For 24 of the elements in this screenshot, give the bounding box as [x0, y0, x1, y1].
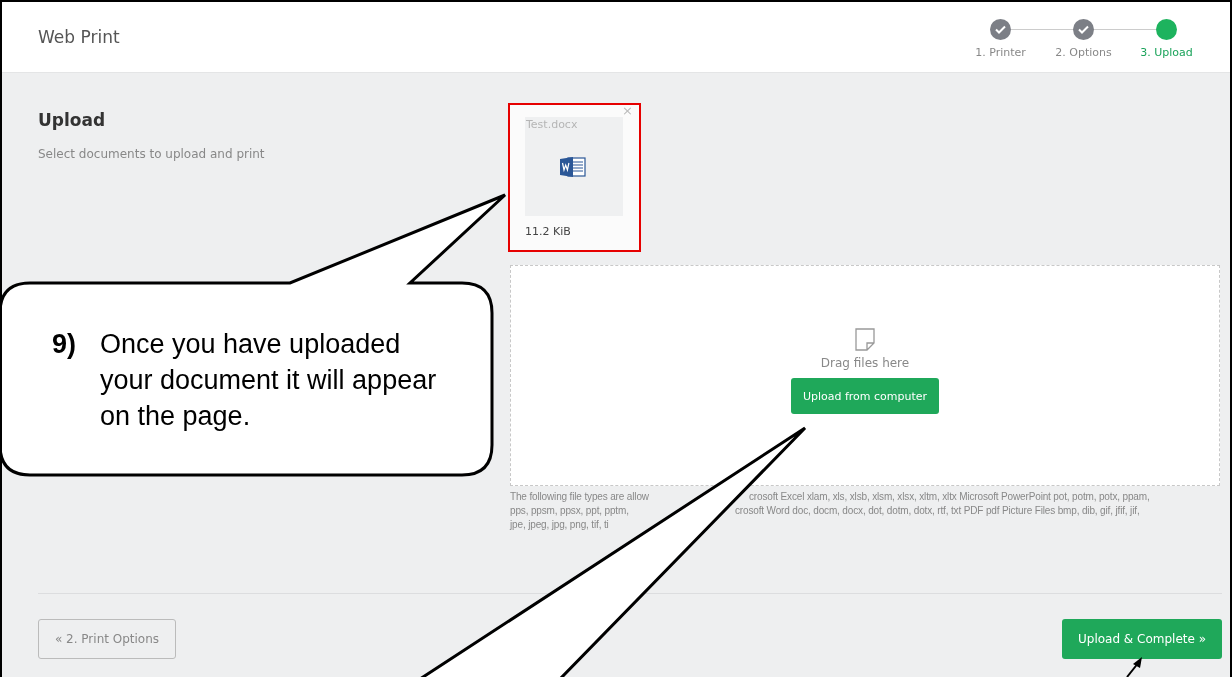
window-title: Web Print — [38, 27, 120, 47]
file-types-text: crosoft Excel xlam, xls, xlsb, xlsm, xlsx, xltm, xltx Microsoft PowerPoint pot, potm, potx, ppam, — [749, 490, 1150, 504]
step-label[interactable]: 1. Printer — [975, 46, 1026, 59]
complete-button[interactable]: Upload & Complete » — [1062, 619, 1222, 659]
file-name: Test.docx — [526, 118, 578, 131]
file-types-text: pps, ppsm, ppsx, ppt, pptm, — [510, 504, 630, 518]
document-icon — [855, 328, 875, 351]
step-label[interactable]: 2. Options — [1055, 46, 1112, 59]
section-title: Upload — [38, 110, 107, 130]
step-label[interactable]: 3. Upload — [1140, 46, 1193, 59]
highlighted-file-card[interactable]: × Test.docx 11.2 KiB — [508, 103, 641, 252]
file-types-text: The following file types are allow — [510, 490, 650, 504]
step-number: 9) — [52, 328, 77, 361]
close-icon[interactable]: × — [622, 103, 633, 119]
section-subtitle: Select documents to upload and print — [38, 147, 266, 161]
drop-zone[interactable]: Drag files here Upload from computer — [510, 265, 1220, 486]
back-button[interactable]: « 2. Print Options — [38, 619, 176, 659]
file-size: 11.2 KiB — [525, 225, 571, 238]
upload-button[interactable]: Upload from computer — [790, 378, 940, 414]
word-document-icon — [559, 156, 587, 178]
callout-text: Once you have uploaded your document it will appear on the page. — [100, 328, 438, 433]
file-types-text: jpe, jpeg, jpg, png, tif, ti — [510, 518, 609, 532]
file-types-text: crosoft Word doc, docm, docx, dot, dotm, dotx, rtf, txt PDF pdf Picture Files bmp, dib, gif, jfif, jif, — [735, 504, 1140, 518]
drop-hint: Drag files here — [820, 356, 910, 370]
